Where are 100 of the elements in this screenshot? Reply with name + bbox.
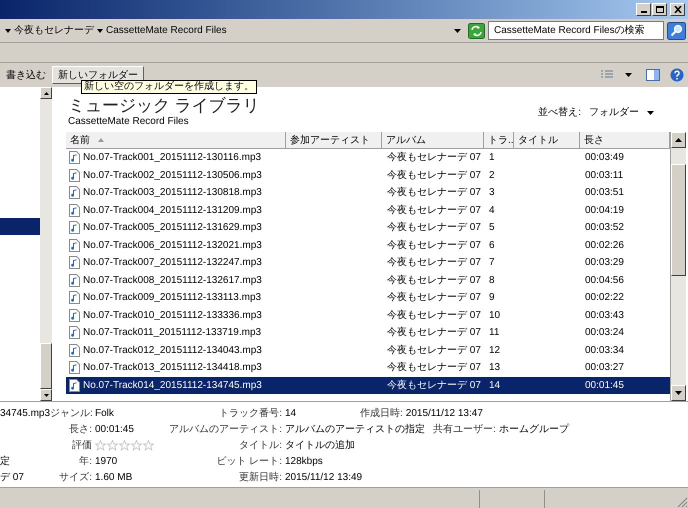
album-cell: 今夜もセレナーデ 07 — [387, 222, 481, 234]
music-file-icon — [69, 256, 80, 270]
album-cell: 今夜もセレナーデ 07 — [387, 187, 481, 198]
resize-grip-icon[interactable] — [676, 496, 688, 508]
detail-value: アルバムのアーティストの指定 — [285, 422, 425, 436]
star-rating[interactable] — [95, 440, 154, 450]
detail-value: 2015/11/12 13:49 — [285, 470, 362, 484]
detail-value: 14 — [285, 406, 296, 420]
detail-label: サイズ: — [59, 472, 92, 482]
table-row[interactable]: No.07-Track014_20151112-134745.mp3 今夜もセレナーデ 07 14 00:01:45 — [66, 376, 670, 394]
detail-value: Folk — [95, 406, 114, 420]
detail-label: 長さ: — [69, 424, 92, 434]
refresh-icon[interactable] — [468, 22, 485, 38]
close-icon — [674, 6, 682, 13]
column-header[interactable]: トラ.. — [484, 132, 514, 148]
sort-label: 並べ替え: — [538, 106, 581, 120]
track-cell: 9 — [489, 292, 495, 304]
album-cell: 今夜もセレナーデ 07 — [387, 204, 481, 216]
file-name: No.07-Track003_20151112-130818.mp3 — [83, 186, 262, 200]
music-file-icon — [69, 168, 80, 182]
file-name: No.07-Track012_20151112-134043.mp3 — [83, 344, 262, 358]
album-cell: 今夜もセレナーデ 07 — [387, 152, 481, 164]
track-cell: 7 — [489, 257, 495, 268]
sort-ascending-icon — [98, 138, 104, 142]
column-header[interactable]: アルバム — [382, 132, 484, 148]
help-icon[interactable] — [670, 68, 684, 82]
tooltip: 新しい空のフォルダーを作成します。 — [81, 80, 257, 94]
file-name: No.07-Track001_20151112-130116.mp3 — [83, 151, 262, 166]
column-header[interactable]: 名前 — [66, 132, 286, 148]
detail-value: 128kbps — [285, 454, 323, 468]
file-name: No.07-Track006_20151112-132021.mp3 — [83, 238, 262, 253]
length-cell: 00:02:22 — [585, 292, 624, 304]
scroll-down-button[interactable] — [40, 389, 52, 401]
scroll-up-button[interactable] — [40, 87, 52, 99]
album-cell: 今夜もセレナーデ 07 — [387, 292, 481, 304]
length-cell: 00:03:24 — [585, 327, 624, 338]
length-cell: 00:03:34 — [585, 344, 624, 356]
down-arrow-icon — [44, 394, 48, 396]
length-cell: 00:03:29 — [585, 257, 624, 268]
music-file-icon — [69, 238, 80, 252]
album-cell: 今夜もセレナーデ 07 — [387, 240, 481, 251]
detail-value: 00:01:45 — [95, 422, 134, 436]
up-arrow-icon — [44, 92, 48, 94]
file-name: No.07-Track004_20151112-131209.mp3 — [83, 204, 262, 218]
file-name: No.07-Track007_20151112-132247.mp3 — [83, 256, 262, 270]
scrollbar[interactable] — [40, 87, 52, 401]
caret-icon[interactable] — [97, 28, 103, 32]
file-name: No.07-Track008_20151112-132617.mp3 — [83, 274, 262, 288]
scrollbar[interactable] — [670, 132, 686, 401]
library-title: ミュージック ライブラリ — [68, 97, 260, 115]
breadcrumb-item[interactable]: 今夜もセレナーデ — [14, 23, 94, 38]
length-cell: 00:04:19 — [585, 204, 624, 216]
album-cell: 今夜もセレナーデ 07 — [387, 257, 481, 268]
caret-icon[interactable] — [625, 73, 632, 77]
length-cell: 00:02:26 — [585, 240, 624, 251]
file-name: No.07-Track002_20151112-130506.mp3 — [83, 168, 262, 183]
album-cell: 今夜もセレナーデ 07 — [387, 310, 481, 321]
caret-icon[interactable] — [5, 28, 11, 32]
search-icon[interactable] — [667, 22, 686, 40]
scroll-down-button[interactable] — [671, 385, 686, 401]
music-file-icon — [69, 291, 80, 304]
dropdown-icon[interactable] — [454, 28, 461, 32]
file-name: No.07-Track010_20151112-133336.mp3 — [83, 308, 262, 323]
track-cell: 8 — [489, 274, 495, 286]
album-cell: 今夜もセレナーデ 07 — [387, 170, 481, 181]
file-detail-fragment: 34745.mp3 — [0, 408, 50, 418]
sort-dropdown[interactable]: フォルダー — [589, 105, 654, 120]
scroll-up-button[interactable] — [671, 132, 686, 148]
column-header[interactable]: タイトル — [514, 132, 580, 148]
file-detail-fragment: デ 07 — [0, 472, 24, 482]
scroll-thumb[interactable] — [671, 164, 686, 276]
detail-label: 作成日時: — [360, 408, 403, 418]
music-file-icon — [69, 378, 80, 392]
detail-label: 共有ユーザー: — [433, 424, 496, 434]
length-cell: 00:03:51 — [585, 187, 624, 198]
breadcrumb-item[interactable]: CassetteMate Record Files — [106, 23, 227, 38]
close-button[interactable] — [670, 3, 685, 16]
track-cell: 6 — [489, 240, 495, 251]
file-name: No.07-Track005_20151112-131629.mp3 — [83, 221, 262, 236]
music-file-icon — [69, 151, 80, 164]
toolbar-button[interactable]: 書き込む — [4, 66, 48, 84]
preview-pane-icon[interactable] — [646, 69, 660, 81]
detail-label: 更新日時: — [239, 472, 282, 482]
length-cell: 00:03:11 — [585, 170, 624, 181]
scroll-thumb[interactable] — [40, 343, 52, 389]
detail-label: 年: — [79, 456, 92, 466]
track-cell: 5 — [489, 222, 495, 234]
detail-label: 評価 — [72, 440, 92, 450]
track-cell: 12 — [489, 344, 500, 356]
detail-label: タイトル: — [239, 440, 282, 450]
length-cell: 00:03:43 — [585, 310, 624, 321]
detail-label: ジャンル: — [50, 408, 93, 418]
search-field[interactable]: CassetteMate Record Filesの検索 — [488, 21, 664, 40]
minimize-button[interactable] — [636, 3, 651, 16]
file-name: No.07-Track011_20151112-133719.mp3 — [83, 326, 262, 340]
maximize-button[interactable] — [652, 3, 667, 16]
detail-label: ビット レート: — [216, 456, 282, 466]
album-cell: 今夜もセレナーデ 07 — [387, 274, 481, 286]
column-header[interactable]: 参加アーティスト — [286, 132, 382, 148]
music-file-icon — [69, 274, 80, 287]
